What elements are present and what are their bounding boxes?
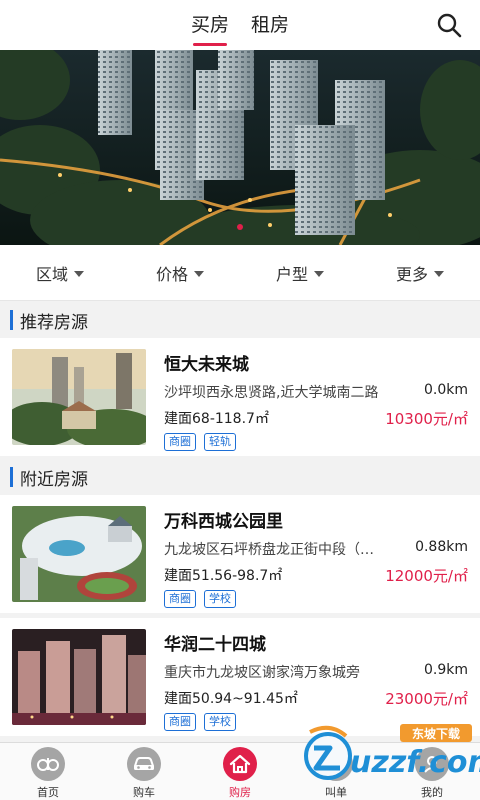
tab-rent[interactable]: 租房	[251, 0, 289, 50]
nav-buy-car[interactable]: 购车	[96, 743, 192, 800]
section-accent-bar	[10, 310, 13, 330]
listing-tags: 商圈 学校	[164, 713, 236, 731]
listing-card[interactable]: 万科西城公园里 九龙坡区石坪桥盘龙正街中段（蟠龙小… 0.88km 建面51.5…	[0, 495, 480, 613]
listing-tag: 商圈	[164, 433, 196, 451]
filter-label: 区域	[35, 264, 68, 284]
listing-distance: 0.88km	[415, 539, 468, 555]
order-icon	[319, 747, 353, 781]
section-accent-bar	[10, 467, 13, 487]
listing-title: 恒大未来城	[164, 355, 249, 375]
section-title: 附近房源	[20, 469, 88, 490]
listing-card[interactable]: 恒大未来城 沙坪坝西永思贤路,近大学城南二路 0.0km 建面68-118.7㎡…	[0, 338, 480, 456]
listing-distance: 0.9km	[423, 662, 468, 678]
listing-area: 建面51.56-98.7㎡	[164, 568, 283, 584]
nav-label: 首页	[37, 786, 59, 799]
nav-order[interactable]: 叫单	[288, 743, 384, 800]
filter-label: 价格	[155, 264, 188, 284]
listing-address: 重庆市九龙坡区谢家湾万象城旁	[164, 665, 360, 681]
banner-dot[interactable]	[237, 224, 243, 230]
filter-label: 户型	[275, 264, 308, 284]
listing-tag: 商圈	[164, 590, 196, 608]
filter-region[interactable]: 区域	[0, 245, 120, 300]
buy-rent-tabs: 买房 租房	[0, 0, 480, 50]
caret-down-icon	[434, 270, 444, 277]
listing-tag: 学校	[204, 590, 236, 608]
banner-pagination	[0, 224, 480, 230]
listing-thumbnail	[12, 506, 146, 602]
listing-price: 10300元/㎡	[385, 410, 468, 428]
bottom-nav: 首页 购车 购房 叫单 我的	[0, 742, 480, 800]
listing-area: 建面68-118.7㎡	[164, 411, 269, 427]
caret-down-icon	[74, 270, 84, 277]
section-title: 推荐房源	[20, 312, 88, 333]
section-recommended-header: 推荐房源	[0, 302, 480, 338]
filter-more[interactable]: 更多	[360, 245, 480, 300]
filter-price[interactable]: 价格	[120, 245, 240, 300]
listing-address: 沙坪坝西永思贤路,近大学城南二路	[164, 385, 379, 401]
listing-title: 万科西城公园里	[164, 512, 283, 532]
listing-thumbnail	[12, 349, 146, 445]
nav-home[interactable]: 首页	[0, 743, 96, 800]
top-header: 买房 租房	[0, 0, 480, 50]
filter-layout[interactable]: 户型	[240, 245, 360, 300]
house-icon	[223, 747, 257, 781]
banner-image	[0, 50, 480, 245]
listing-card[interactable]: 华润二十四城 重庆市九龙坡区谢家湾万象城旁 0.9km 建面50.94~91.4…	[0, 618, 480, 736]
app-root: 买房 租房 区域 价格 户型 更多 推荐房源 恒大未来城 沙坪坝西永思贤路,近大…	[0, 0, 480, 800]
listing-tag: 轻轨	[204, 433, 236, 451]
listing-tag: 学校	[204, 713, 236, 731]
listing-tags: 商圈 学校	[164, 590, 236, 608]
tab-buy[interactable]: 买房	[191, 0, 229, 50]
listing-price: 23000元/㎡	[385, 690, 468, 708]
filter-bar: 区域 价格 户型 更多	[0, 245, 480, 301]
listing-tag: 商圈	[164, 713, 196, 731]
filter-label: 更多	[395, 264, 428, 284]
caret-down-icon	[194, 270, 204, 277]
promo-banner[interactable]	[0, 50, 480, 245]
profile-icon	[415, 747, 449, 781]
nav-buy-house[interactable]: 购房	[192, 743, 288, 800]
listing-price: 12000元/㎡	[385, 567, 468, 585]
listing-tags: 商圈 轻轨	[164, 433, 236, 451]
nav-profile[interactable]: 我的	[384, 743, 480, 800]
listing-address: 九龙坡区石坪桥盘龙正街中段（蟠龙小…	[164, 542, 384, 558]
nav-label: 我的	[421, 786, 443, 799]
listing-title: 华润二十四城	[164, 635, 266, 655]
car-icon	[127, 747, 161, 781]
listing-area: 建面50.94~91.45㎡	[164, 691, 298, 707]
caret-down-icon	[314, 270, 324, 277]
search-icon[interactable]	[436, 12, 462, 38]
nav-label: 购房	[229, 786, 251, 799]
listing-thumbnail	[12, 629, 146, 725]
listing-distance: 0.0km	[423, 382, 468, 398]
section-nearby-header: 附近房源	[0, 459, 480, 495]
home-logo-icon	[31, 747, 65, 781]
nav-label: 叫单	[325, 786, 347, 799]
nav-label: 购车	[133, 786, 155, 799]
